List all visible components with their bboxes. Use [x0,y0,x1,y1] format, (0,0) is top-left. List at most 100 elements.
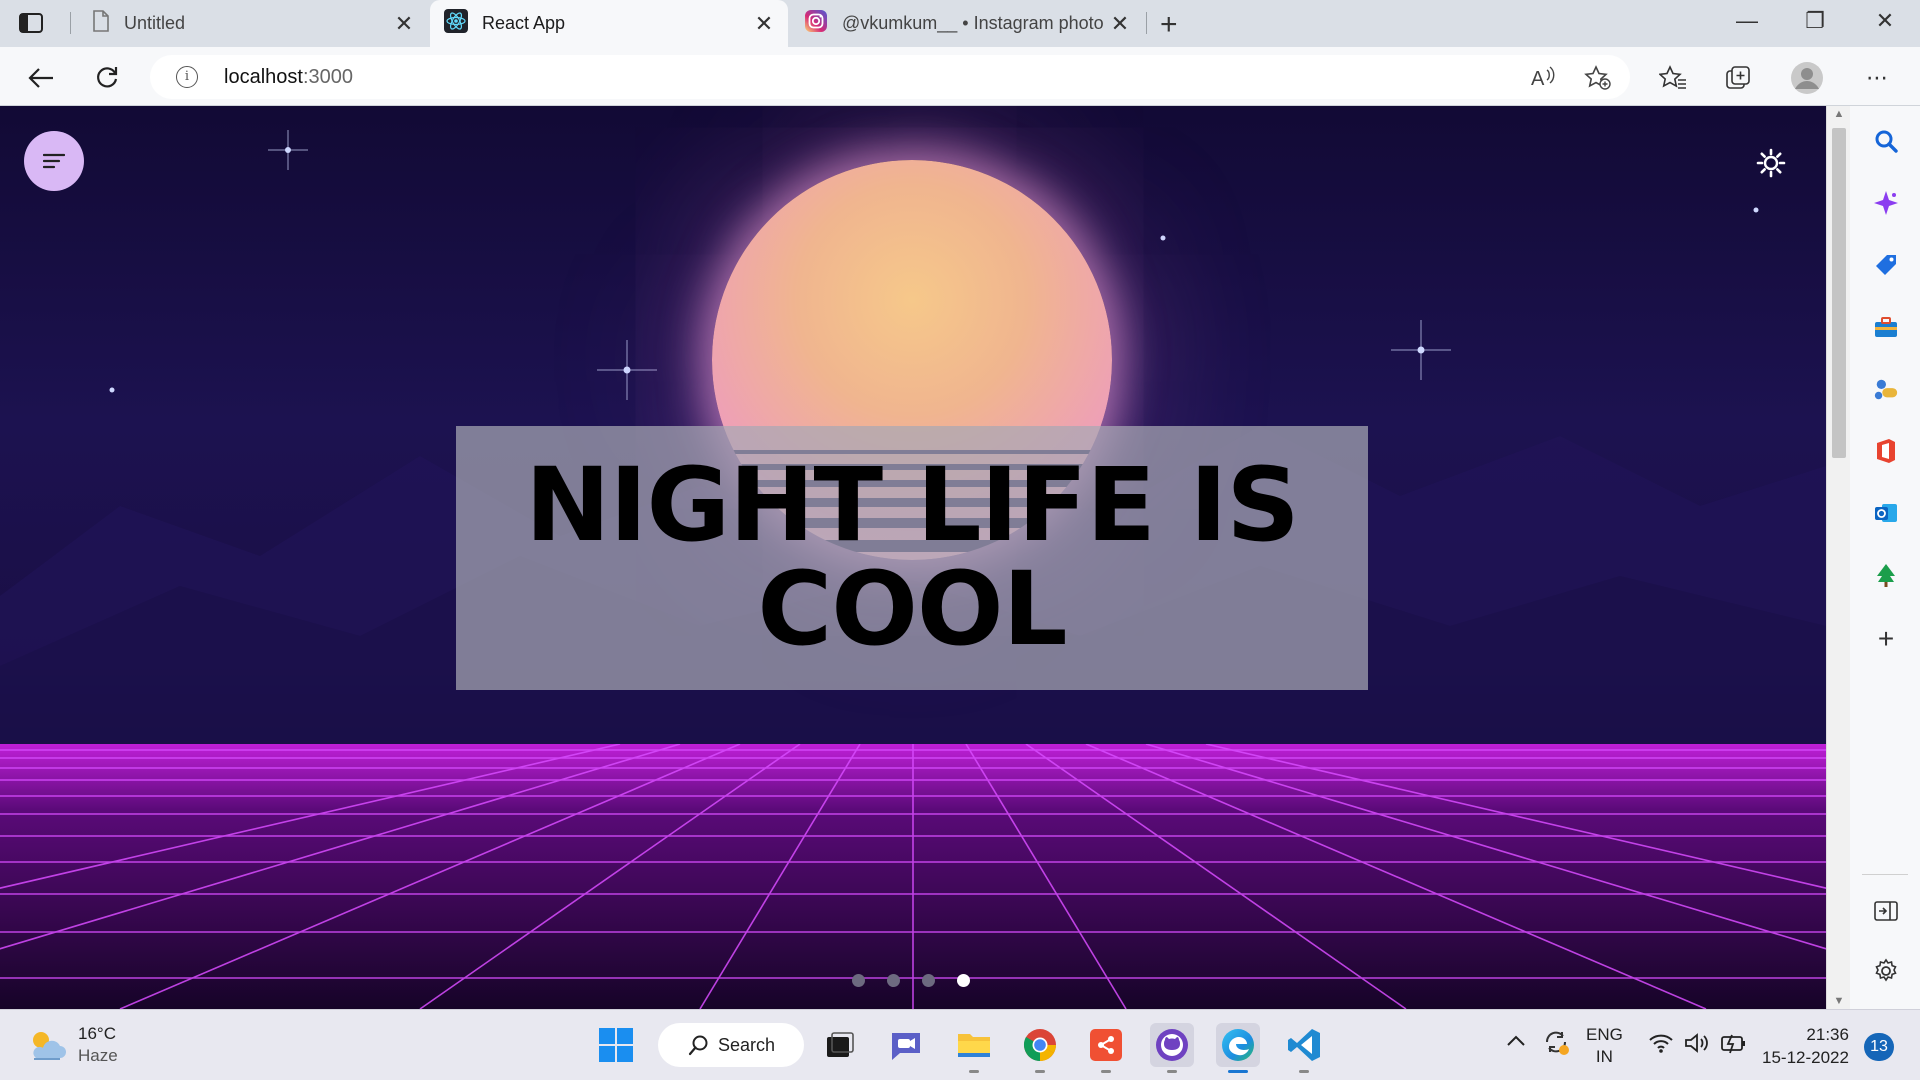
office-icon[interactable] [1873,438,1899,464]
taskbar-search-label: Search [718,1034,776,1055]
profile-button[interactable] [1790,61,1824,95]
react-logo-icon [444,9,468,38]
app-running-indicator [1101,1070,1111,1073]
app-running-indicator [1228,1070,1248,1073]
tab-title: Untitled [124,13,186,33]
edge-app[interactable] [1216,1023,1260,1073]
taskbar-search-box[interactable]: Search [658,1023,804,1067]
favorites-button[interactable] [1656,61,1690,95]
hero-title-line2: COOL [757,550,1067,669]
volume-icon[interactable] [1684,1032,1710,1059]
minimize-button[interactable]: — [1724,8,1770,34]
tab-actions-icon[interactable] [18,12,50,36]
carousel-dot[interactable] [887,974,900,987]
tab-close-icon[interactable]: ✕ [394,11,414,37]
git-app[interactable] [1084,1023,1128,1073]
tab-close-icon[interactable]: ✕ [754,11,774,37]
tab-strip: Untitled ✕ React App ✕ @vkumkum__ • Inst… [0,0,1920,47]
app-running-indicator [969,1070,979,1073]
language-code: ENG [1586,1025,1623,1044]
search-icon[interactable] [1873,128,1899,154]
site-info-icon[interactable]: i [176,66,198,88]
tools-icon[interactable] [1873,314,1899,340]
favorites-icon [1659,65,1686,89]
tree-icon[interactable] [1873,562,1899,588]
teams-chat-app[interactable] [884,1023,928,1067]
address-bar[interactable]: i localhost:3000 A [150,55,1630,99]
tab-instagram[interactable]: @vkumkum__ • Instagram photo ✕ [790,0,1144,47]
scroll-up-arrow-icon[interactable]: ▲ [1827,108,1851,120]
task-view-button[interactable] [818,1023,862,1067]
back-button[interactable] [24,61,58,95]
chrome-icon [1023,1029,1056,1061]
refresh-button[interactable] [90,61,124,95]
back-arrow-icon [28,68,53,88]
restore-button[interactable]: ❐ [1792,8,1838,34]
url-host: localhost [224,66,303,88]
instagram-icon [804,9,828,38]
copilot-icon[interactable] [1873,190,1899,216]
tab-separator [70,12,71,34]
app-running-indicator [1299,1070,1309,1073]
menu-button[interactable] [24,131,84,191]
start-button[interactable] [594,1023,638,1067]
task-view-icon [827,1032,854,1057]
vscode-app[interactable] [1282,1023,1326,1073]
browser-toolbar: i localhost:3000 A ⋯ [0,47,1920,106]
battery-charging-icon[interactable] [1720,1032,1748,1059]
notification-count-badge[interactable]: 13 [1864,1033,1894,1061]
wifi-icon[interactable] [1648,1032,1674,1059]
tab-untitled[interactable]: Untitled ✕ [78,0,428,47]
search-icon [688,1035,708,1056]
hero-text-box: NIGHT LIFE IS COOL [456,426,1368,690]
carousel-dot[interactable] [852,974,865,987]
tab-title: React App [482,13,566,33]
scrollbar-thumb[interactable] [1832,128,1846,458]
url-port: :3000 [302,66,353,88]
read-aloud-icon[interactable]: A [1530,65,1556,94]
avatar [1791,62,1823,94]
weather-widget[interactable]: 16°C Haze [26,1023,118,1067]
git-icon [1090,1029,1122,1061]
weather-temp: 16°C [78,1024,116,1043]
shopping-icon[interactable] [1873,252,1899,278]
github-desktop-app[interactable] [1150,1023,1194,1073]
new-tab-button[interactable]: + [1160,8,1178,42]
url-text[interactable]: localhost:3000 [224,66,353,89]
tab-title: @vkumkum__ • Instagram photo [842,13,1104,33]
edge-icon [1222,1029,1254,1061]
tab-react-app[interactable]: React App ✕ [430,0,788,47]
carousel-dot-active[interactable] [957,974,970,987]
games-icon[interactable] [1873,376,1899,402]
more-options-icon[interactable]: ⋯ [1860,61,1894,95]
add-favorite-icon[interactable] [1584,65,1612,96]
scroll-down-arrow-icon[interactable]: ▼ [1827,995,1851,1007]
close-window-button[interactable]: ✕ [1862,8,1908,34]
carousel-dot[interactable] [922,974,935,987]
refresh-icon [97,67,118,88]
weather-condition: Haze [78,1046,118,1065]
sync-status-icon[interactable] [1542,1028,1570,1061]
windows-taskbar: 16°C Haze Search ENG IN 21:36 15-12-2022… [0,1009,1920,1080]
vscode-icon [1288,1029,1320,1061]
page-viewport: NIGHT LIFE IS COOL [0,106,1826,1009]
app-running-indicator [1035,1070,1045,1073]
weather-haze-icon [33,1032,66,1060]
outlook-icon[interactable] [1873,500,1899,526]
tab-close-icon[interactable]: ✕ [1110,11,1130,37]
settings-icon[interactable] [1873,958,1899,984]
folder-icon [958,1034,990,1057]
vertical-scrollbar[interactable]: ▲ ▼ [1826,106,1850,1009]
hero-title: NIGHT LIFE IS COOL [525,446,1300,669]
theme-toggle-button[interactable] [1756,148,1786,178]
split-screen-icon[interactable] [1873,898,1899,924]
file-explorer-app[interactable] [952,1023,996,1073]
system-clock[interactable]: 21:36 15-12-2022 [1762,1023,1849,1069]
carousel-indicators [852,974,970,987]
show-hidden-icons-chevron-icon[interactable] [1506,1032,1526,1052]
collections-button[interactable] [1722,61,1756,95]
hero-title-line1: NIGHT LIFE IS [525,446,1300,565]
chrome-app[interactable] [1018,1023,1062,1073]
add-icon[interactable]: + [1873,623,1899,654]
language-indicator[interactable]: ENG IN [1586,1024,1623,1068]
